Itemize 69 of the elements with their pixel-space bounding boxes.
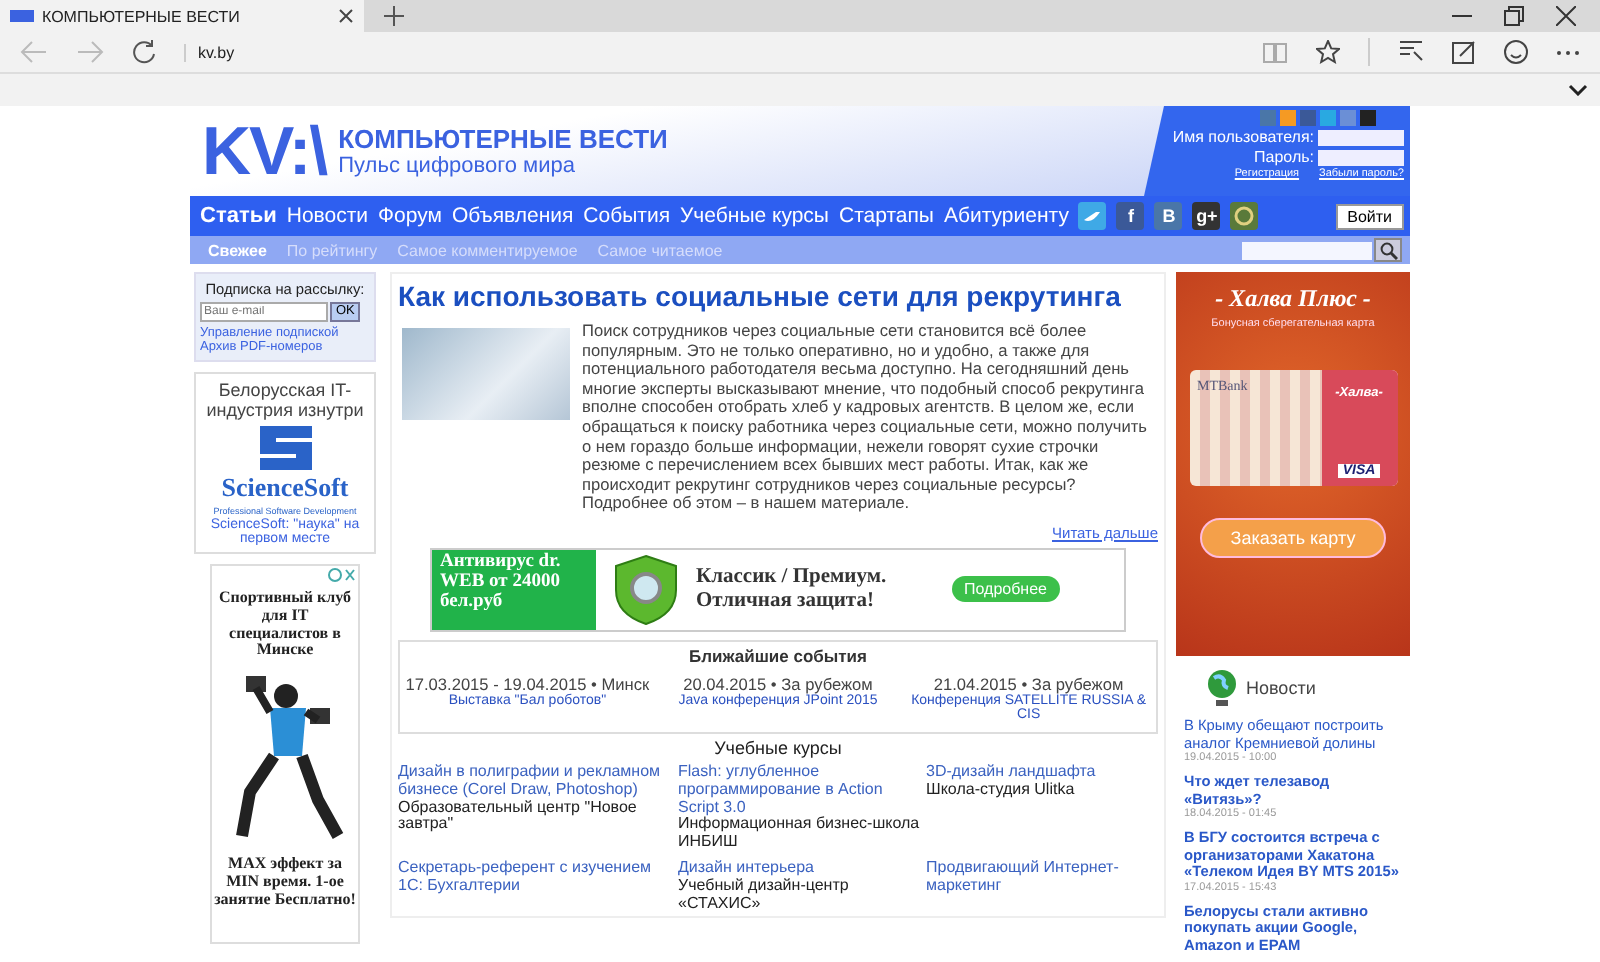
smiley-icon[interactable] (1504, 40, 1528, 64)
course-link[interactable]: Дизайн интерьера (678, 859, 926, 878)
ring-icon[interactable] (1230, 202, 1259, 230)
close-icon[interactable] (338, 8, 354, 24)
login-button[interactable]: Войти (1335, 203, 1404, 229)
site-tagline: Пульс цифрового мира (338, 154, 577, 178)
ad-banner[interactable]: Спортивный клуб для IT специалистов в Минске MAX эффект за MIN время. 1-ое занятие Бесплатно! (210, 564, 360, 944)
star-icon[interactable] (1316, 40, 1340, 64)
site-logo[interactable]: KV:\ (202, 117, 327, 185)
event-date: 20.04.2015 • За рубежом (683, 673, 873, 694)
restore-icon[interactable] (1504, 6, 1524, 26)
course-link[interactable]: Дизайн в полиграфии и рекламном бизнесе (Corel Draw, Photoshop) (398, 763, 678, 800)
course-school: Школа-студия Ulitka (926, 781, 1075, 800)
more-icon[interactable] (1556, 49, 1580, 55)
social-icon[interactable]: g+ (1192, 202, 1221, 230)
event-date: 21.04.2015 • За рубежом (933, 673, 1124, 694)
article-title[interactable]: Как использовать социальные сети для рекрутинга (398, 278, 1158, 314)
promo-heading: Белорусская IT-индустрия изнутри (204, 380, 366, 420)
social-icon[interactable]: f (1116, 202, 1145, 230)
course-school: Образовательный центр "Новое завтра" (398, 799, 639, 835)
ad-footer: MAX эффект за MIN время. 1-ое занятие Бесплатно! (212, 856, 358, 910)
news-title: Новости (1246, 678, 1316, 698)
nav-tab[interactable]: Форум (378, 204, 442, 228)
password-label: Пароль: (1254, 148, 1314, 166)
social-icon[interactable]: B (1154, 202, 1183, 230)
chevron-down-icon[interactable] (1568, 84, 1588, 96)
pen-icon[interactable] (1452, 40, 1476, 64)
site-favicon-icon (10, 8, 34, 24)
password-field[interactable] (1318, 149, 1404, 165)
ad-banner[interactable]: Антивирус dr. WEB от 24000 бел.руб Классик / Премиум. Отличная защита! Подробнее (430, 547, 1126, 632)
event-date: 17.03.2015 - 19.04.2015 • Минск (405, 673, 650, 694)
nav-tab[interactable]: Статьи (200, 204, 277, 228)
events-title: Ближайшие события (689, 645, 867, 666)
username-field[interactable] (1318, 129, 1404, 145)
nav-tab[interactable]: Абитуриенту (943, 204, 1069, 228)
course-link[interactable]: Продвигающий Интернет-маркетинг (926, 859, 1158, 896)
globe-icon (1204, 668, 1240, 708)
search-icon (1379, 241, 1397, 259)
course-link[interactable]: Flash: углубленное программирование в Action Script 3.0 (678, 763, 926, 817)
nav-tab[interactable]: Объявления (451, 204, 574, 228)
ad-slogan: Классик / Премиум. Отличная защита! (696, 566, 889, 613)
course-link[interactable]: 3D-дизайн ландшафта (926, 763, 1158, 782)
course-school: Учебный дизайн-центр «СТАХИС» (678, 877, 851, 913)
search-field[interactable] (1242, 241, 1372, 259)
shield-icon (612, 553, 680, 626)
ad-headline: - Халва Плюс - (1215, 284, 1371, 314)
search-button[interactable] (1374, 238, 1402, 262)
course-school: Информационная бизнес-школа ИНБИШ (678, 816, 922, 852)
browser-tab[interactable]: КОМПЬЮТЕРНЫЕ ВЕСТИ (0, 0, 364, 32)
hub-icon[interactable] (1398, 40, 1424, 64)
courses-title: Учебные курсы (712, 737, 844, 758)
article-text: Поиск сотрудников через социальные сети становится всё более популярным. Это не только оперативно, но и удобно, а также для потенциального работодателя весьма доступно. На сегодняшний день многие эксперты высказывают мнение, что подобный способ рекрутинга вполне способен отобрать хлеб у кадровых агентств. В целом же, если обращаться к поиску работника через социальные сети, можно получить о нем гораздо больше информации, нежели говорят сухие строчки резюме с перечислением всех бывших мест работы. Итак, как же происходит рекрутинг сотрудников через социальные ресурсы? Подробнее об этом – в нашем материале. (582, 322, 1149, 514)
tab-title: КОМПЬЮТЕРНЫЕ ВЕСТИ (42, 7, 242, 25)
nav-tab[interactable]: Новости (286, 204, 369, 228)
nav-tab[interactable]: Стартапы (838, 204, 934, 228)
ad-headline: Антивирус dr. WEB от 24000 бел.руб (432, 549, 596, 630)
brand-name: ScienceSoft (221, 472, 349, 504)
new-tab-icon[interactable] (384, 6, 404, 26)
ad-headline: Спортивный клуб для IT специалистов в Минске (216, 590, 354, 661)
ad-choices-icon[interactable] (328, 568, 356, 582)
bird-icon[interactable] (1078, 202, 1107, 230)
s-logo-icon (259, 422, 311, 470)
nav-tab[interactable]: Учебные курсы (680, 204, 829, 228)
username-label: Имя пользователя: (1172, 128, 1314, 146)
course-link[interactable]: Секретарь-референт с изучением 1С: Бухгалтерии (398, 859, 678, 896)
site-title: КОМПЬЮТЕРНЫЕ ВЕСТИ (338, 124, 668, 154)
refresh-icon[interactable] (132, 40, 156, 64)
nav-tab[interactable]: События (583, 204, 671, 228)
close-icon[interactable] (1556, 6, 1576, 26)
